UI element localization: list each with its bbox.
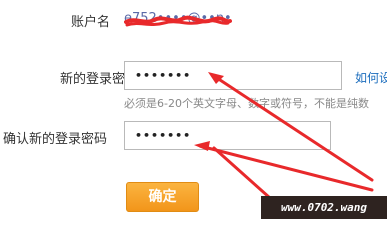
arrow-to-confirm-password bbox=[198, 144, 374, 192]
watermark: www.0702.wang bbox=[261, 196, 387, 219]
arrow-to-new-password bbox=[212, 74, 374, 182]
annotation-arrows bbox=[194, 72, 374, 200]
arrowhead-confirm-password bbox=[194, 141, 210, 151]
